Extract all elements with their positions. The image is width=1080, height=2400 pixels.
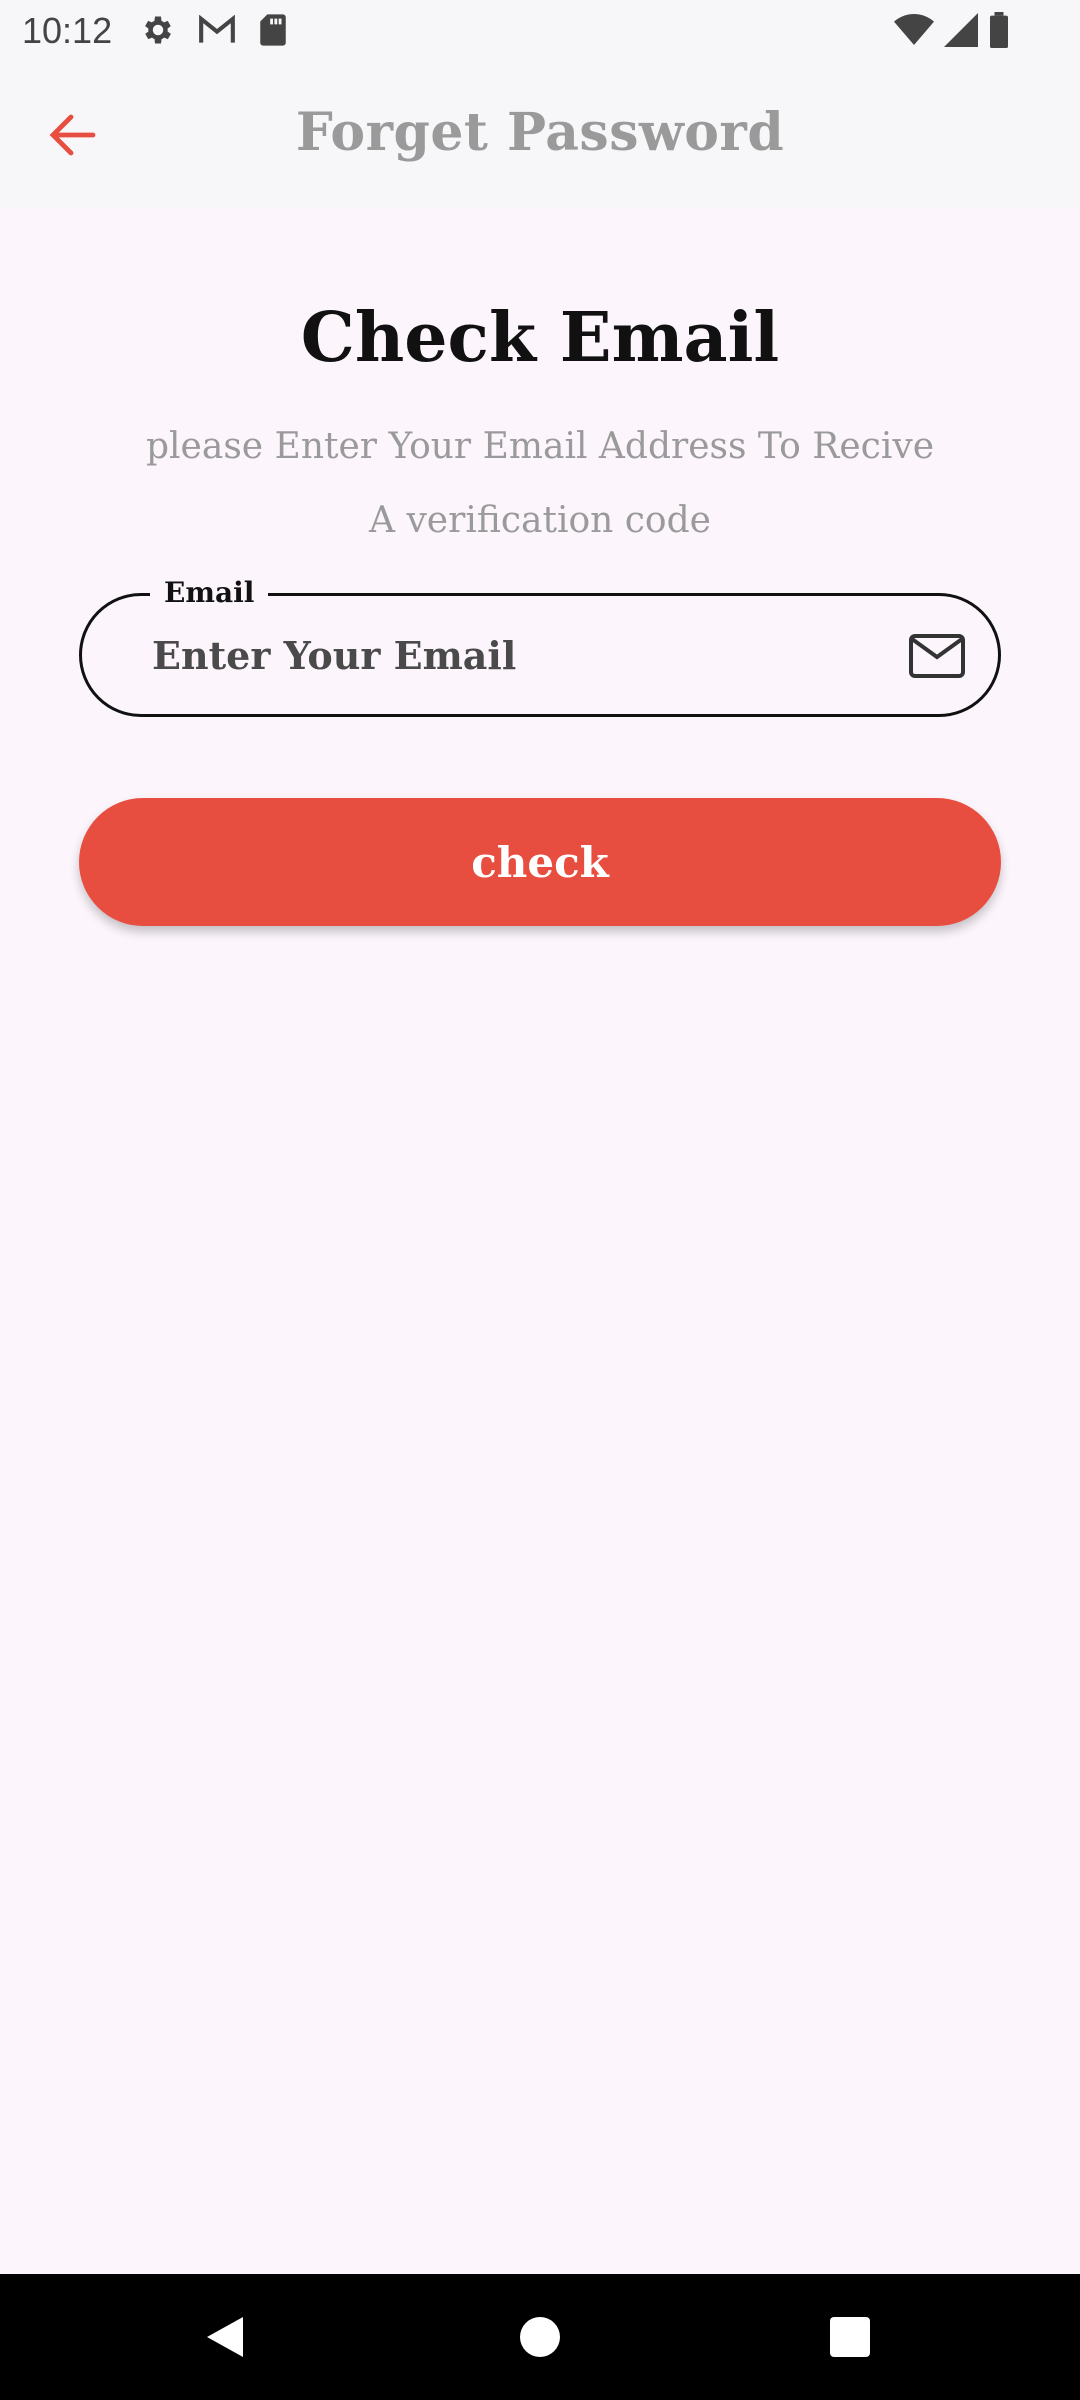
nav-home-button[interactable] xyxy=(480,2274,600,2400)
battery-icon xyxy=(990,12,1008,48)
sd-card-icon xyxy=(260,14,286,46)
status-time: 10:12 xyxy=(22,10,113,51)
page-title: Forget Password xyxy=(295,102,785,163)
app-bar: Forget Password xyxy=(0,62,1080,208)
gear-icon xyxy=(145,16,171,44)
recents-square-icon xyxy=(830,2317,870,2357)
system-nav-bar xyxy=(0,2274,1080,2400)
gmail-icon xyxy=(199,15,235,43)
email-input[interactable] xyxy=(150,620,850,690)
wifi-icon xyxy=(894,14,934,45)
home-circle-icon xyxy=(520,2317,560,2357)
check-email-heading: Check Email xyxy=(300,298,780,378)
back-triangle-icon xyxy=(207,2317,243,2357)
instruction-text: please Enter Your Email Address To Reciv… xyxy=(146,426,934,541)
status-icons-left xyxy=(140,12,288,48)
nav-back-button[interactable] xyxy=(165,2274,285,2400)
nav-recents-button[interactable] xyxy=(790,2274,910,2400)
status-bar: 10:12 xyxy=(0,0,1080,62)
check-button[interactable]: check xyxy=(79,798,1001,926)
email-field-label: Email xyxy=(150,576,269,609)
mail-icon xyxy=(909,634,965,678)
status-icons-right xyxy=(894,12,1010,48)
signal-icon xyxy=(944,13,978,47)
